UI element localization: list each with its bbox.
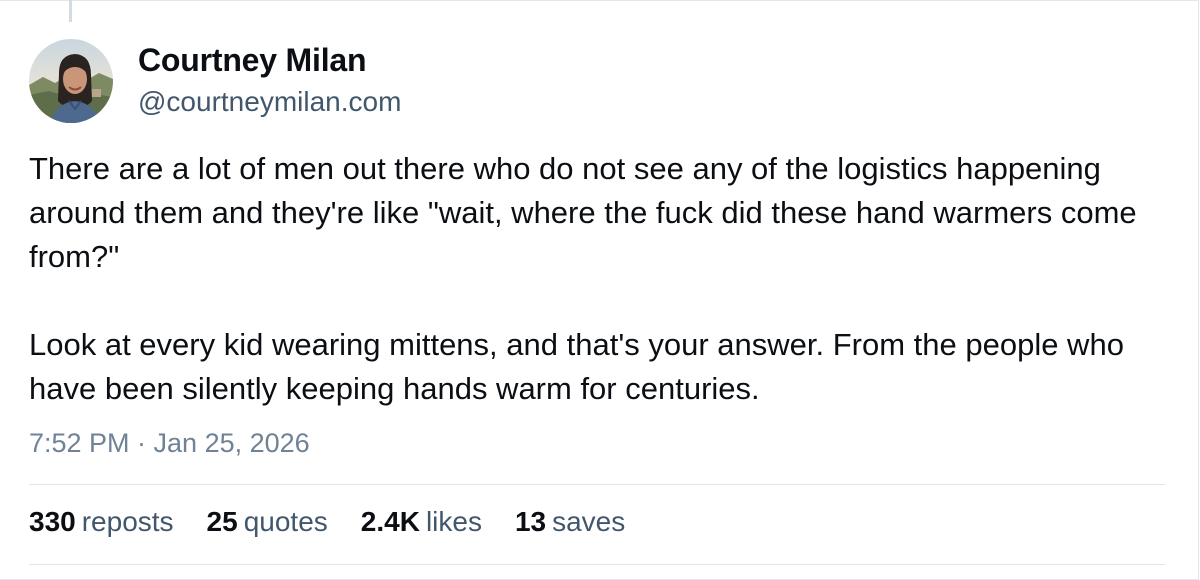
quotes-stat[interactable]: 25 quotes (207, 506, 328, 538)
post-text: There are a lot of men out there who do … (29, 147, 1179, 411)
likes-label: likes (425, 506, 482, 537)
author-display-name[interactable]: Courtney Milan (138, 42, 367, 79)
likes-stat[interactable]: 2.4K likes (361, 506, 482, 538)
avatar[interactable] (29, 39, 113, 123)
saves-count: 13 (514, 506, 547, 537)
quotes-label: quotes (243, 506, 328, 537)
reposts-count: 330 (29, 506, 76, 537)
author-handle[interactable]: @courtneymilan.com (138, 86, 401, 118)
quotes-count: 25 (206, 506, 238, 537)
divider (29, 484, 1165, 485)
avatar-photo (29, 39, 113, 123)
likes-count: 2.4K (360, 506, 420, 537)
post-paragraph: There are a lot of men out there who do … (29, 151, 1137, 274)
saves-label: saves (552, 506, 626, 537)
post-paragraph: Look at every kid wearing mittens, and t… (29, 327, 1124, 406)
reposts-stat[interactable]: 330 reposts (29, 506, 174, 538)
thread-connector-line (69, 0, 72, 22)
reposts-label: reposts (81, 506, 174, 537)
divider (29, 564, 1165, 565)
engagement-stats: 330 reposts 25 quotes 2.4K likes 13 saves (29, 506, 625, 538)
post-timestamp[interactable]: 7:52 PM · Jan 25, 2026 (29, 428, 310, 459)
saves-stat[interactable]: 13 saves (515, 506, 625, 538)
